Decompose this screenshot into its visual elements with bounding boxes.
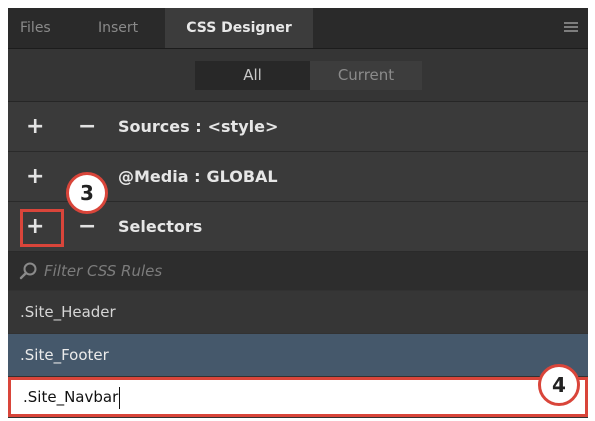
remove-source-button[interactable]: −: [78, 102, 96, 151]
view-toggle-row: All Current: [8, 49, 588, 102]
filter-row: [8, 252, 588, 290]
sources-label: Sources :: [118, 117, 202, 136]
step-3-callout: 3: [66, 172, 108, 214]
panel-tab-bar: Files Insert CSS Designer: [8, 8, 588, 49]
toggle-all-button[interactable]: All: [195, 61, 310, 90]
sources-value: <style>: [207, 117, 279, 136]
search-icon: [19, 262, 37, 280]
selector-item-site-navbar-editing[interactable]: .Site_Navbar: [8, 377, 588, 417]
selector-item-site-header[interactable]: .Site_Header: [8, 291, 588, 333]
sources-header[interactable]: Sources : <style>: [118, 102, 278, 151]
media-value: GLOBAL: [206, 167, 278, 186]
selector-item-site-footer[interactable]: .Site_Footer: [8, 334, 588, 376]
text-caret: [119, 386, 121, 409]
media-header[interactable]: @Media : GLOBAL: [118, 152, 278, 201]
add-source-button[interactable]: +: [26, 102, 44, 151]
filter-css-rules-input[interactable]: [44, 256, 444, 286]
panel-menu-icon[interactable]: [564, 22, 578, 33]
sources-section: + − Sources : <style>: [8, 102, 588, 152]
step-4-callout: 4: [538, 364, 580, 406]
media-label: @Media :: [118, 167, 201, 186]
selector-edit-text: .Site_Navbar: [23, 388, 119, 406]
tab-css-designer[interactable]: CSS Designer: [165, 8, 313, 48]
tab-files[interactable]: Files: [20, 8, 51, 48]
add-selector-highlight: [20, 209, 64, 247]
selectors-header[interactable]: Selectors: [118, 202, 202, 251]
toggle-current-button[interactable]: Current: [310, 61, 422, 90]
add-media-button[interactable]: +: [26, 152, 44, 201]
tab-insert[interactable]: Insert: [98, 8, 138, 48]
css-designer-panel: Files Insert CSS Designer All Current + …: [8, 8, 588, 418]
